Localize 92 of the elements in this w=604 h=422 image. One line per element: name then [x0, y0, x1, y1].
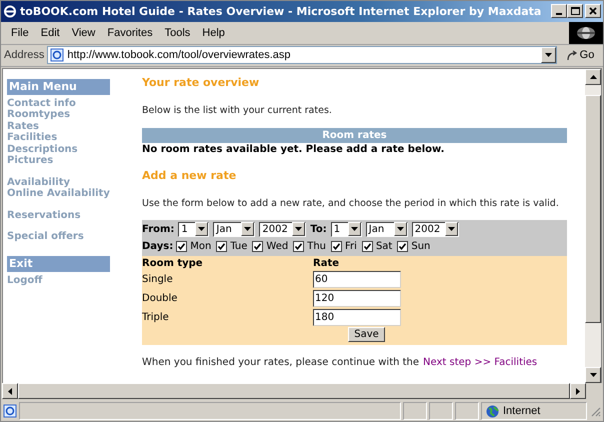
caret-icon	[396, 227, 404, 232]
close-button[interactable]	[585, 4, 601, 18]
caret-icon	[448, 227, 455, 232]
checkbox[interactable]	[176, 240, 188, 252]
dropdown[interactable]: 1	[178, 222, 210, 237]
scroll-right-button[interactable]	[570, 383, 586, 400]
check-icon	[364, 242, 371, 250]
sidebar-heading: Main Menu	[7, 78, 110, 95]
check-icon	[254, 242, 262, 250]
status-pane	[403, 402, 427, 420]
zone-label: Internet	[503, 405, 540, 418]
address-field[interactable]: http://www.tobook.com/tool/overviewrates.asp	[47, 46, 557, 64]
section-heading: Your rate overview	[142, 76, 260, 90]
column-header: Room type	[142, 258, 204, 269]
instruction-text: Use the form below to add a new rate, and choose the period in which this rate is valid.	[142, 196, 560, 210]
left-arrow-icon	[8, 388, 12, 395]
checkbox[interactable]	[252, 240, 264, 252]
caret-icon	[350, 227, 358, 232]
minimize-button[interactable]	[551, 4, 567, 18]
address-label: Address	[4, 49, 44, 62]
empty-message: No room rates available yet. Please add a rate below.	[142, 142, 446, 157]
menu-item[interactable]: File	[5, 26, 35, 39]
checkbox[interactable]	[397, 240, 408, 252]
menu-item[interactable]: Tools	[158, 26, 196, 39]
room-type: Double	[142, 292, 178, 304]
globe-icon	[486, 404, 499, 418]
check-icon	[295, 242, 302, 250]
check-icon	[218, 242, 226, 250]
window-title: toBOOK.com Hotel Guide - Rates Overview - Microsoft Internet Explorer by Maxdata	[20, 4, 542, 18]
maximize-button[interactable]	[567, 4, 583, 18]
page-icon	[3, 404, 17, 418]
menu-item[interactable]: View	[66, 26, 102, 39]
day-label: Wed	[266, 240, 288, 252]
checkbox[interactable]	[216, 240, 228, 252]
intro-text: Below is the list with your current rates.	[142, 104, 333, 117]
dropdown[interactable]: 2002	[412, 222, 459, 237]
caret-icon	[545, 53, 552, 58]
vertical-scrollbar[interactable]	[585, 68, 601, 384]
globe-icon	[575, 24, 597, 41]
rate-input[interactable]: 60	[313, 270, 401, 288]
menu-item[interactable]: Favorites	[101, 26, 159, 39]
day-label: Tue	[230, 240, 248, 252]
dropdown[interactable]: Jan	[213, 222, 256, 237]
go-button[interactable]: Go	[560, 49, 600, 62]
day-label: Mon	[190, 240, 212, 252]
day-label: Sat	[376, 240, 392, 252]
section-heading: Add a new rate	[142, 168, 238, 183]
menu-item[interactable]: Edit	[34, 26, 66, 39]
dropdown[interactable]: Jan	[366, 222, 408, 237]
day-label: Sun	[411, 240, 430, 252]
check-icon	[333, 242, 340, 250]
checkbox[interactable]	[331, 240, 342, 252]
scroll-up-button[interactable]	[585, 68, 601, 85]
scroll-thumb[interactable]	[585, 94, 601, 323]
check-icon	[178, 242, 186, 250]
scroll-left-button[interactable]	[2, 383, 18, 400]
up-arrow-icon	[590, 74, 596, 79]
right-arrow-icon	[576, 388, 580, 395]
dropdown-button[interactable]	[541, 47, 556, 64]
table-header: Room rates	[142, 128, 567, 143]
rate-input[interactable]: 180	[313, 308, 401, 326]
from-label: From:	[142, 224, 174, 235]
column-header: Rate	[313, 258, 340, 269]
room-type: Triple	[142, 312, 170, 323]
save-button[interactable]: Save	[348, 326, 385, 342]
to-label: To:	[310, 224, 327, 235]
page-icon	[50, 48, 64, 62]
days-label: Days:	[142, 240, 174, 252]
close-icon	[589, 7, 597, 16]
checkbox[interactable]	[362, 240, 373, 252]
status-pane	[455, 402, 479, 420]
day-label: Thu	[307, 240, 326, 252]
day-label: Fri	[345, 240, 357, 252]
rate-input[interactable]: 120	[313, 290, 401, 307]
resize-grip-icon	[589, 405, 601, 418]
down-arrow-icon	[590, 373, 596, 378]
menu-item[interactable]: Help	[196, 26, 231, 39]
dropdown[interactable]: 2002	[259, 222, 306, 237]
scroll-down-button[interactable]	[585, 367, 601, 384]
checkbox[interactable]	[293, 240, 304, 252]
next-step-link[interactable]: Next step >> Facilities	[423, 356, 538, 368]
dropdown[interactable]: 1	[330, 222, 362, 237]
caret-icon	[295, 227, 302, 232]
maximize-icon	[570, 7, 580, 16]
status-pane	[429, 402, 453, 420]
sidebar-heading: Exit	[7, 256, 110, 272]
caret-icon	[198, 227, 206, 232]
room-type: Single	[142, 274, 174, 285]
footer-text: When you finished your rates, please continue with the	[142, 356, 420, 368]
arrow-icon	[566, 50, 578, 61]
check-icon	[399, 242, 406, 250]
caret-icon	[244, 227, 252, 232]
